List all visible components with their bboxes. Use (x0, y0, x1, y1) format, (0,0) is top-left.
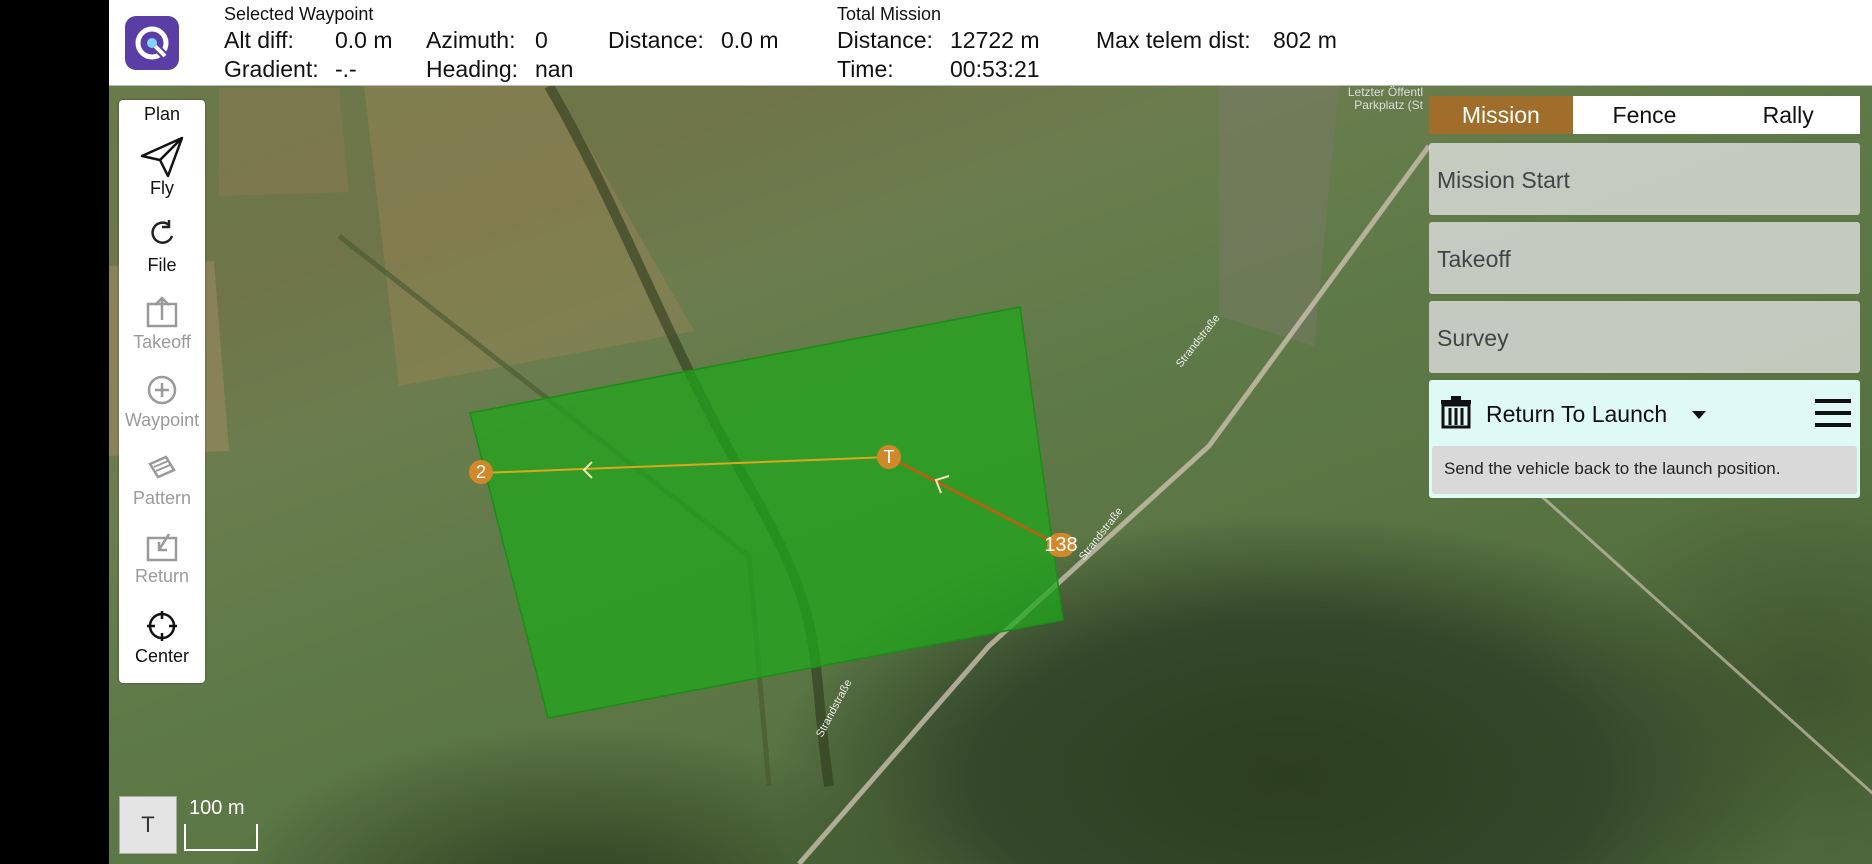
pattern-icon (148, 455, 176, 479)
return-icon (146, 533, 178, 562)
center-label: Center (134, 646, 190, 666)
rtl-description-box: Send the vehicle back to the launch posi… (1432, 446, 1857, 494)
file-label: File (147, 255, 177, 275)
max-telem-label: Max telem dist: (1096, 27, 1251, 53)
distance-value: 0.0 m (721, 27, 779, 53)
scale-bar (184, 824, 258, 851)
tab-mission[interactable]: Mission (1429, 96, 1573, 134)
total-distance-label: Distance: (837, 27, 933, 53)
hamburger-menu-icon[interactable] (1814, 398, 1852, 428)
waypoint-button[interactable]: Waypoint (119, 374, 205, 431)
plan-text: Plan (143, 104, 181, 124)
takeoff-button[interactable]: Takeoff (119, 296, 205, 353)
village-patch (1219, 86, 1339, 346)
field-patch (364, 86, 694, 386)
total-distance-value: 12722 m (950, 27, 1040, 53)
mission-item-return-to-launch[interactable]: Return To Launch Send the vehicle back t… (1429, 380, 1860, 498)
plus-circle-icon (147, 375, 177, 405)
time-value: 00:53:21 (950, 56, 1040, 82)
map-type-button[interactable]: T (119, 796, 177, 854)
track-line (1517, 474, 1872, 795)
survey-polygon[interactable] (469, 306, 1064, 719)
fly-label: Fly (150, 178, 174, 198)
upload-icon (146, 296, 178, 328)
waypoint-marker-2[interactable]: 2 (469, 460, 493, 484)
road-label: Strandstraße (1174, 312, 1223, 370)
alt-diff-value: 0.0 m (335, 27, 393, 53)
rtl-title: Return To Launch (1486, 401, 1668, 427)
fly-button[interactable]: Fly (119, 136, 205, 199)
alt-diff-label: Alt diff: (224, 27, 294, 53)
waypoint-label: Waypoint (124, 410, 200, 430)
chevron-down-icon[interactable] (1691, 410, 1707, 420)
return-label: Return (134, 566, 190, 586)
azimuth-value: 0 (535, 27, 548, 53)
return-button[interactable]: Return (119, 530, 205, 587)
waypoint-marker-takeoff[interactable]: T (877, 445, 901, 469)
mission-start-label: Mission Start (1437, 167, 1570, 193)
rtl-description: Send the vehicle back to the launch posi… (1444, 459, 1781, 478)
center-button[interactable]: Center (119, 610, 205, 667)
paper-plane-icon (140, 136, 184, 178)
sync-icon (151, 220, 174, 244)
tab-rally[interactable]: Rally (1716, 96, 1860, 134)
plan-label: Plan (119, 104, 205, 125)
road-label: Strandstraße (1077, 505, 1126, 563)
app: Selected Waypoint Alt diff: 0.0 m Gradie… (109, 0, 1872, 864)
place-label: Letzter Öffentl Parkplatz (St (1347, 85, 1423, 112)
status-bar: Selected Waypoint Alt diff: 0.0 m Gradie… (109, 0, 1872, 86)
file-button[interactable]: File (119, 219, 205, 276)
takeoff-item-label: Takeoff (1437, 246, 1511, 272)
app-logo-icon[interactable] (125, 16, 179, 70)
total-mission-title: Total Mission (837, 4, 942, 24)
mission-item-takeoff[interactable]: Takeoff (1429, 222, 1860, 294)
time-label: Time: (837, 56, 894, 82)
gradient-label: Gradient: (224, 56, 319, 82)
max-telem-value: 802 m (1273, 27, 1337, 53)
survey-item-label: Survey (1437, 325, 1509, 351)
pattern-button[interactable]: Pattern (119, 452, 205, 509)
tab-fence[interactable]: Fence (1573, 96, 1717, 134)
waypoint-marker-138[interactable]: 138 (1044, 533, 1078, 557)
mission-item-survey[interactable]: Survey (1429, 301, 1860, 373)
heading-value: nan (535, 56, 574, 82)
plan-tabs: Mission Fence Rally (1429, 96, 1860, 134)
heading-label: Heading: (426, 56, 519, 82)
plan-toolbar: Plan Fly File Takeoff Waypoint Pattern R… (119, 100, 205, 683)
pattern-label: Pattern (132, 488, 192, 508)
selected-waypoint-title: Selected Waypoint (224, 4, 374, 24)
mission-item-mission-start[interactable]: Mission Start (1429, 143, 1860, 215)
takeoff-label: Takeoff (133, 332, 191, 352)
field-patch (219, 88, 349, 196)
gradient-value: -.- (335, 56, 357, 82)
trash-icon[interactable] (1439, 395, 1473, 429)
distance-label: Distance: (608, 27, 704, 53)
azimuth-label: Azimuth: (426, 27, 516, 53)
scale-text: 100 m (189, 797, 245, 819)
crosshair-icon (147, 611, 177, 641)
